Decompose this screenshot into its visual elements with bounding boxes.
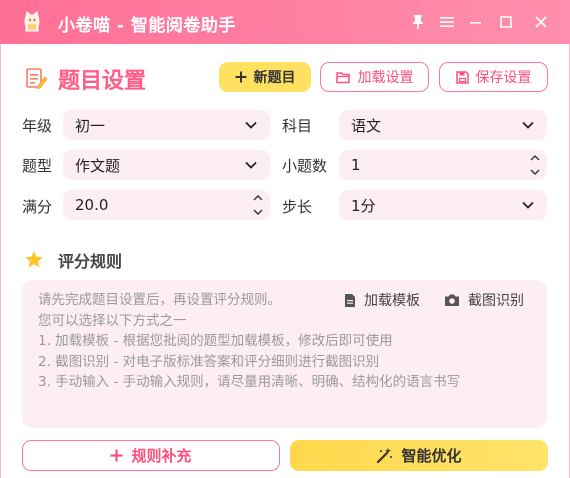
subject-value: 语文 [351,116,382,135]
smart-optimize-button[interactable]: 智能优化 [290,440,548,471]
subject-select[interactable]: 语文 [339,110,547,140]
screenshot-ocr-button[interactable]: 截图识别 [444,290,524,310]
chevron-down-icon [522,201,534,209]
type-value: 作文题 [75,156,121,175]
save-settings-button[interactable]: 保存设置 [439,62,548,92]
plus-icon [110,449,123,462]
star-icon [25,251,43,268]
grade-select[interactable]: 初一 [63,110,270,140]
plus-icon [235,71,246,83]
save-settings-label: 保存设置 [475,70,532,86]
minimize-icon[interactable] [466,12,486,32]
chevron-down-icon [245,161,257,169]
subcount-value: 1 [351,156,361,174]
title-bar: 小卷喵 - 智能阅卷助手 [0,0,570,44]
load-template-button[interactable]: 加载模板 [344,290,420,310]
step-select[interactable]: 1分 [339,190,547,220]
pin-icon[interactable] [408,12,428,32]
load-settings-button[interactable]: 加载设置 [320,62,429,92]
chevron-down-icon [522,121,534,129]
maximize-icon[interactable] [496,12,516,32]
subcount-spinbox[interactable]: 1 [339,150,547,180]
page-title: 题目设置 [58,69,147,94]
load-settings-label: 加载设置 [357,70,414,86]
type-select[interactable]: 作文题 [63,150,270,180]
magic-wand-icon [377,448,393,464]
save-icon [455,70,469,84]
type-label: 题型 [22,157,53,175]
spin-arrows-icon[interactable] [529,152,541,178]
rules-supplement-button[interactable]: 规则补充 [22,440,280,471]
folder-icon [335,71,350,83]
rules-title: 评分规则 [58,252,123,271]
new-question-button[interactable]: 新题目 [219,62,311,92]
subject-label: 科目 [282,117,313,135]
screenshot-ocr-label: 截图识别 [468,293,524,309]
cat-logo-icon [24,11,40,32]
step-value: 1分 [351,196,376,215]
spin-arrows-icon[interactable] [252,192,264,218]
subcount-label: 小题数 [282,157,328,175]
document-icon [345,293,355,307]
score-value: 20.0 [75,196,109,214]
app-title: 小卷喵 - 智能阅卷助手 [58,16,236,36]
rules-textarea[interactable]: 请先完成题目设置后，再设置评分规则。 您可以选择以下方式之一 1. 加载模板 -… [22,280,547,428]
new-question-label: 新题目 [253,70,296,86]
smart-optimize-label: 智能优化 [401,447,462,465]
score-spinbox[interactable]: 20.0 [63,190,270,220]
menu-icon[interactable] [437,12,457,32]
load-template-label: 加载模板 [364,293,420,309]
rules-supplement-label: 规则补充 [131,447,192,465]
chevron-down-icon [245,121,257,129]
step-label: 步长 [282,198,313,216]
score-label: 满分 [22,198,53,216]
edit-document-icon [26,68,47,90]
grade-label: 年级 [22,117,53,135]
close-icon[interactable] [531,12,551,32]
grade-value: 初一 [75,116,106,135]
camera-icon [445,294,459,306]
